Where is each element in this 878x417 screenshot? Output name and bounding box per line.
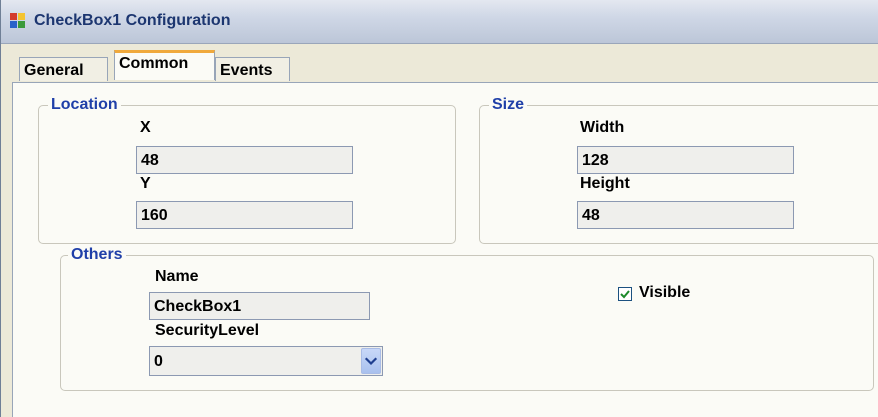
security-level-label: SecurityLevel [155, 322, 260, 339]
width-input[interactable]: 128 [577, 146, 794, 174]
tab-general[interactable]: General [19, 57, 108, 81]
security-level-value: 0 [154, 353, 163, 370]
tab-common[interactable]: Common [114, 50, 215, 80]
visible-checkbox[interactable] [618, 287, 632, 301]
title-bar[interactable]: CheckBox1 Configuration [1, 0, 878, 44]
chevron-down-icon[interactable] [361, 348, 381, 374]
height-input[interactable]: 48 [577, 201, 794, 229]
name-input[interactable]: CheckBox1 [149, 292, 370, 320]
height-label: Height [580, 175, 630, 192]
x-label: X [140, 119, 151, 136]
tab-events[interactable]: Events [215, 57, 290, 81]
y-label: Y [140, 175, 151, 192]
checkmark-icon [620, 290, 630, 299]
window-title: CheckBox1 Configuration [34, 12, 231, 29]
others-legend: Others [68, 246, 126, 264]
width-label: Width [580, 119, 625, 136]
y-input[interactable]: 160 [136, 201, 353, 229]
name-label: Name [155, 268, 199, 285]
location-legend: Location [48, 96, 121, 114]
size-legend: Size [489, 96, 528, 114]
x-input[interactable]: 48 [136, 146, 353, 174]
app-window-icon [10, 13, 26, 29]
configuration-window: CheckBox1 Configuration General Common E… [0, 0, 878, 417]
visible-label[interactable]: Visible [639, 284, 690, 302]
security-level-select[interactable]: 0 [149, 346, 383, 376]
